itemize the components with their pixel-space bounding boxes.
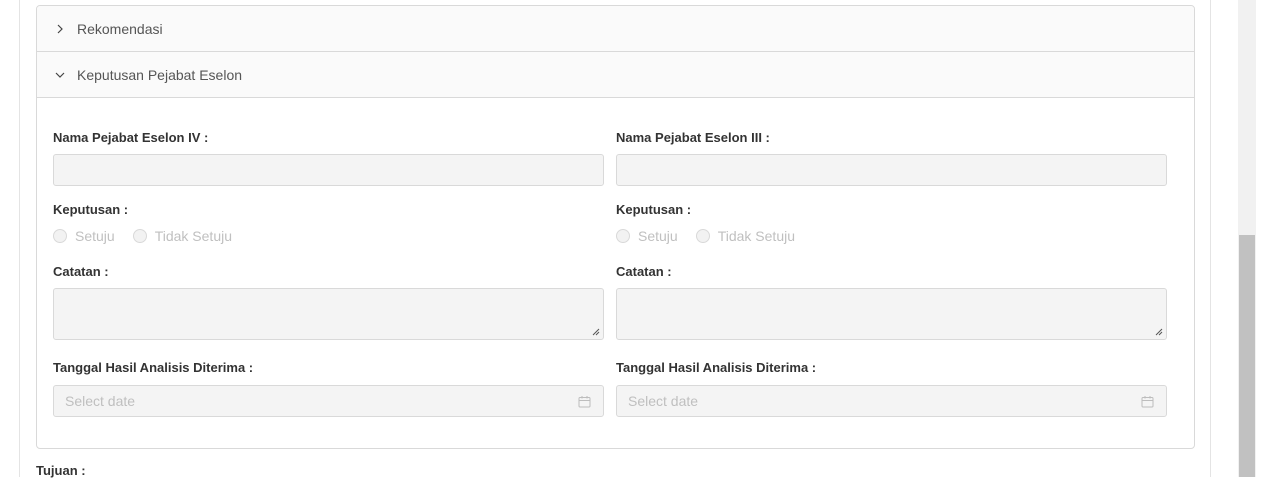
eselon-iv-notes-textarea[interactable] [53, 288, 604, 340]
eselon-iv-date-picker[interactable]: Select date [53, 385, 604, 417]
eselon-iv-date-label: Tanggal Hasil Analisis Diterima : [53, 360, 254, 375]
chevron-down-icon [53, 70, 67, 80]
eselon-iii-date-picker[interactable]: Select date [616, 385, 1167, 417]
card-border-right [1210, 0, 1211, 477]
resize-handle-icon[interactable] [592, 328, 600, 336]
eselon-iii-decision-label: Keputusan : [616, 202, 692, 217]
date-placeholder: Select date [628, 393, 699, 409]
eselon-iv-decision-label: Keputusan : [53, 202, 129, 217]
panel-title-keputusan: Keputusan Pejabat Eselon [77, 66, 243, 83]
radio-label-setuju: Setuju [638, 228, 678, 244]
collapse-container: Rekomendasi Keputusan Pejabat Eselon Nam… [36, 5, 1195, 449]
panel-header-rekomendasi[interactable]: Rekomendasi [37, 6, 1194, 52]
eselon-iii-notes-textarea[interactable] [616, 288, 1167, 340]
eselon-iv-radio-tidak-setuju[interactable]: Tidak Setuju [132, 228, 233, 244]
eselon-iii-date-label: Tanggal Hasil Analisis Diterima : [616, 360, 817, 375]
scrollbar-thumb[interactable] [1239, 235, 1255, 477]
radio-circle[interactable] [616, 229, 630, 243]
card-border-left [19, 0, 20, 477]
eselon-iv-radio-setuju[interactable]: Setuju [53, 228, 115, 244]
date-placeholder: Select date [65, 393, 136, 409]
eselon-iv-notes-label: Catatan : [53, 264, 109, 279]
eselon-iii-radio-setuju[interactable]: Setuju [616, 228, 678, 244]
eselon-iii-notes-label: Catatan : [616, 264, 672, 279]
eselon-iv-name-input[interactable] [53, 154, 604, 186]
radio-circle[interactable] [132, 229, 147, 243]
eselon-iii-radio-tidak-setuju[interactable]: Tidak Setuju [695, 228, 796, 244]
tujuan-label: Tujuan : [36, 463, 86, 478]
resize-handle-icon[interactable] [1155, 328, 1163, 336]
eselon-iii-name-label: Nama Pejabat Eselon III : [616, 130, 770, 145]
radio-label-tidak-setuju: Tidak Setuju [154, 228, 233, 244]
panel-title-rekomendasi: Rekomendasi [77, 20, 163, 37]
eselon-iv-name-label: Nama Pejabat Eselon IV : [53, 130, 209, 145]
calendar-icon [1141, 396, 1154, 408]
radio-label-tidak-setuju: Tidak Setuju [717, 228, 796, 244]
eselon-iii-name-input[interactable] [616, 154, 1167, 186]
chevron-right-icon [53, 24, 67, 34]
radio-label-setuju: Setuju [75, 228, 115, 244]
radio-circle[interactable] [53, 229, 67, 243]
radio-circle[interactable] [695, 229, 710, 243]
eselon-iii-decision-radio-group: Setuju Tidak Setuju [616, 228, 813, 244]
eselon-iv-decision-radio-group: Setuju Tidak Setuju [53, 228, 250, 244]
calendar-icon [578, 396, 591, 408]
panel-header-keputusan[interactable]: Keputusan Pejabat Eselon [37, 52, 1194, 98]
